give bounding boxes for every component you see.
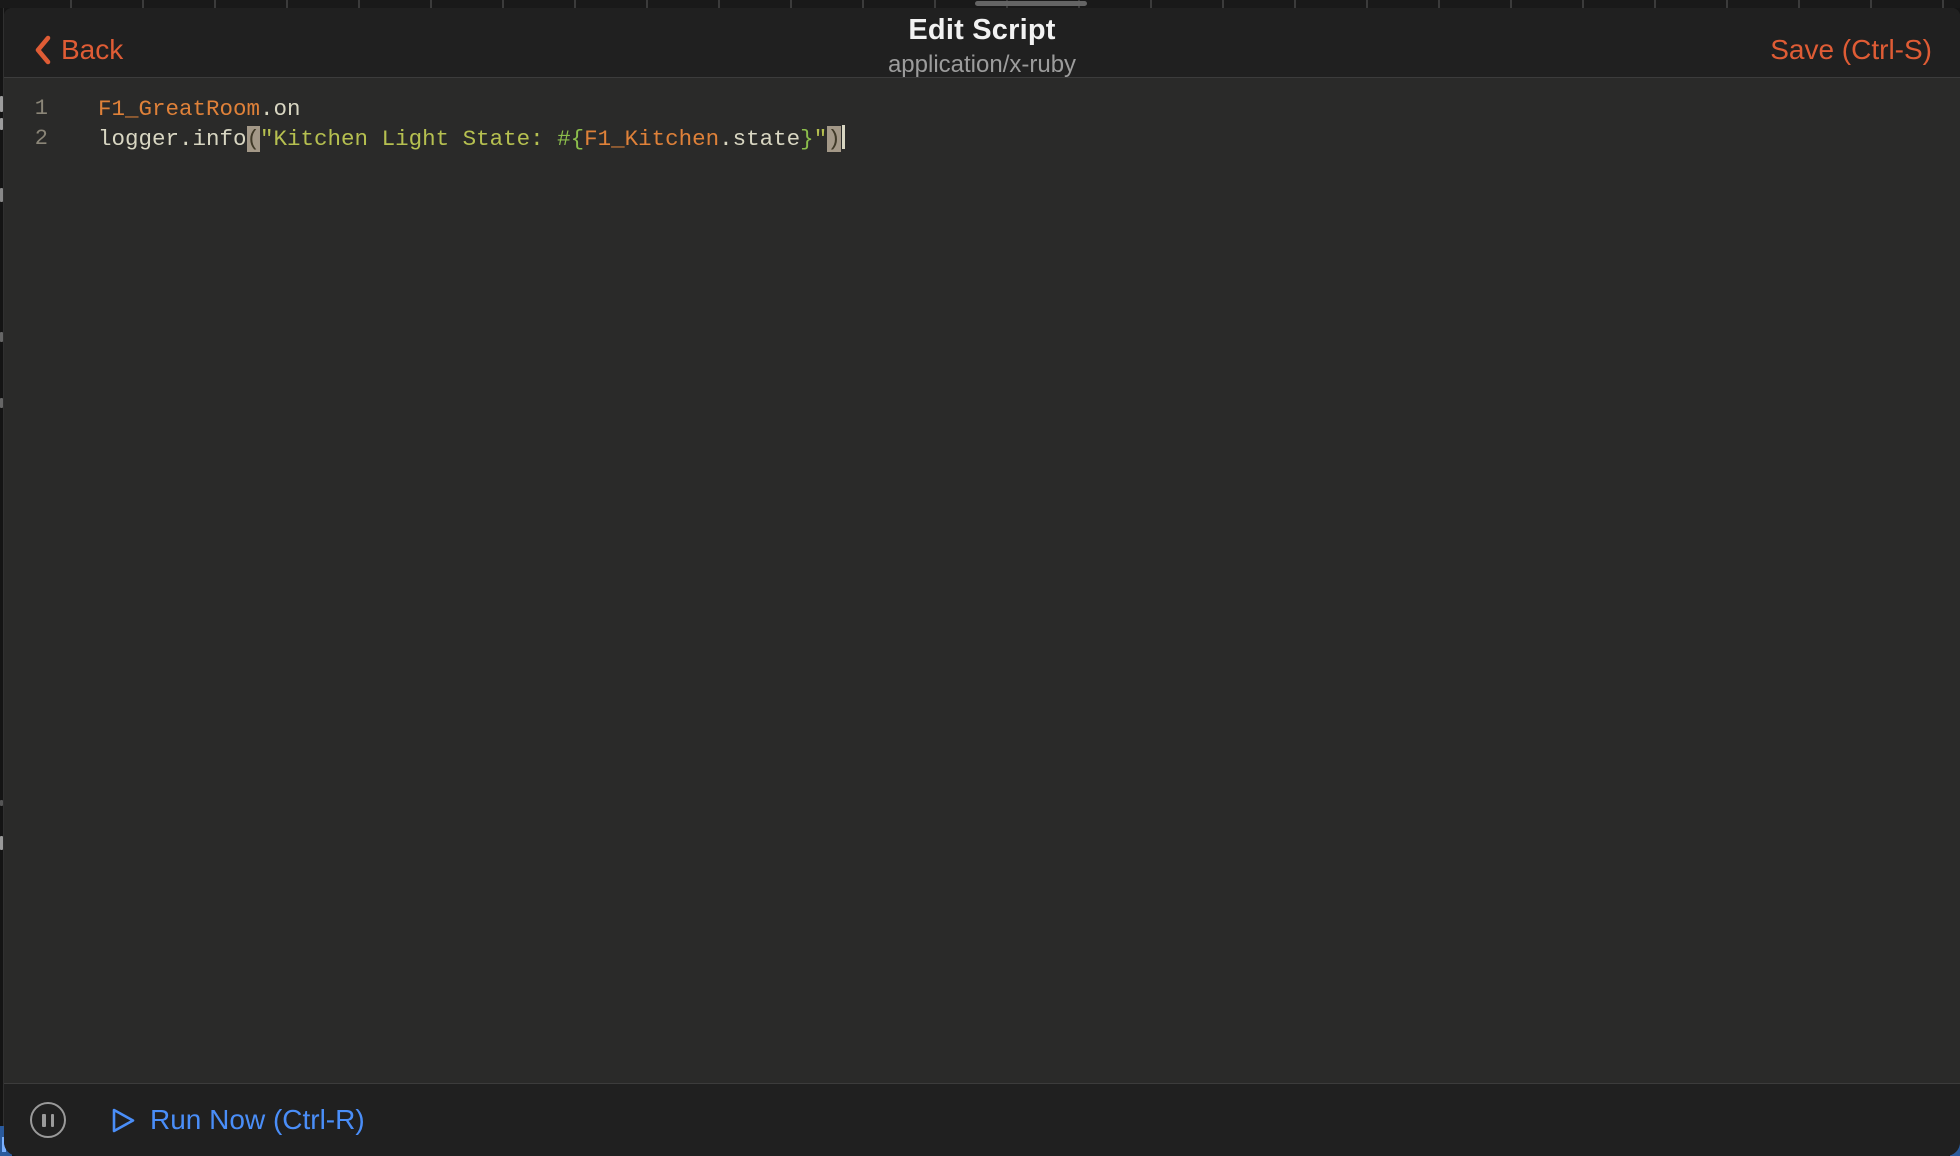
code-token-plain: .on xyxy=(260,96,301,122)
code-content: F1_GreatRoom.on xyxy=(98,94,301,124)
code-token-constant: F1_Kitchen xyxy=(584,126,719,152)
page-title: Edit Script xyxy=(4,14,1960,47)
background-text-fragment xyxy=(0,96,3,112)
background-text-fragment xyxy=(0,188,3,202)
line-number: 1 xyxy=(4,94,48,124)
code-token-string: "Kitchen Light State: xyxy=(260,126,557,152)
code-token-interp: #{ xyxy=(557,126,584,152)
pause-icon xyxy=(51,1114,55,1127)
code-token-constant: F1_GreatRoom xyxy=(98,96,260,122)
code-editor[interactable]: 1 F1_GreatRoom.on 2 logger.info("Kitchen Li… xyxy=(4,78,1960,1083)
code-token-string: " xyxy=(814,126,828,152)
run-now-button[interactable]: Run Now (Ctrl-R) xyxy=(110,1104,365,1136)
background-text-fragment xyxy=(0,836,3,850)
code-token-bracket: ( xyxy=(247,126,261,152)
line-number: 2 xyxy=(4,124,48,154)
code-token-plain: .state xyxy=(719,126,800,152)
script-mime-type: application/x-ruby xyxy=(4,51,1960,79)
background-page-top-strip xyxy=(0,0,1960,8)
code-content: logger.info("Kitchen Light State: #{F1_K… xyxy=(98,124,845,154)
edit-script-modal: Back Edit Script application/x-ruby Save… xyxy=(4,8,1960,1156)
background-text-fragment xyxy=(0,332,3,342)
pause-button[interactable] xyxy=(30,1102,66,1138)
code-line: 1 F1_GreatRoom.on xyxy=(4,94,1960,124)
run-now-label: Run Now (Ctrl-R) xyxy=(150,1104,365,1136)
code-token-interp: } xyxy=(800,126,814,152)
code-token-bracket: ) xyxy=(827,126,841,152)
background-text-fragment xyxy=(0,398,3,408)
title-block: Edit Script application/x-ruby xyxy=(4,14,1960,79)
play-icon xyxy=(110,1106,137,1135)
background-text-fragment xyxy=(0,118,3,130)
code-token-plain: logger.info xyxy=(98,126,247,152)
code-line: 2 logger.info("Kitchen Light State: #{F1_… xyxy=(4,124,1960,154)
save-button[interactable]: Save (Ctrl-S) xyxy=(1770,34,1932,66)
text-cursor xyxy=(842,125,845,149)
modal-header: Back Edit Script application/x-ruby Save… xyxy=(4,8,1960,78)
pause-icon xyxy=(42,1114,46,1127)
background-scrollbar-thumb xyxy=(975,1,1087,6)
modal-footer: Run Now (Ctrl-R) xyxy=(4,1083,1960,1156)
background-text-fragment xyxy=(0,800,3,806)
